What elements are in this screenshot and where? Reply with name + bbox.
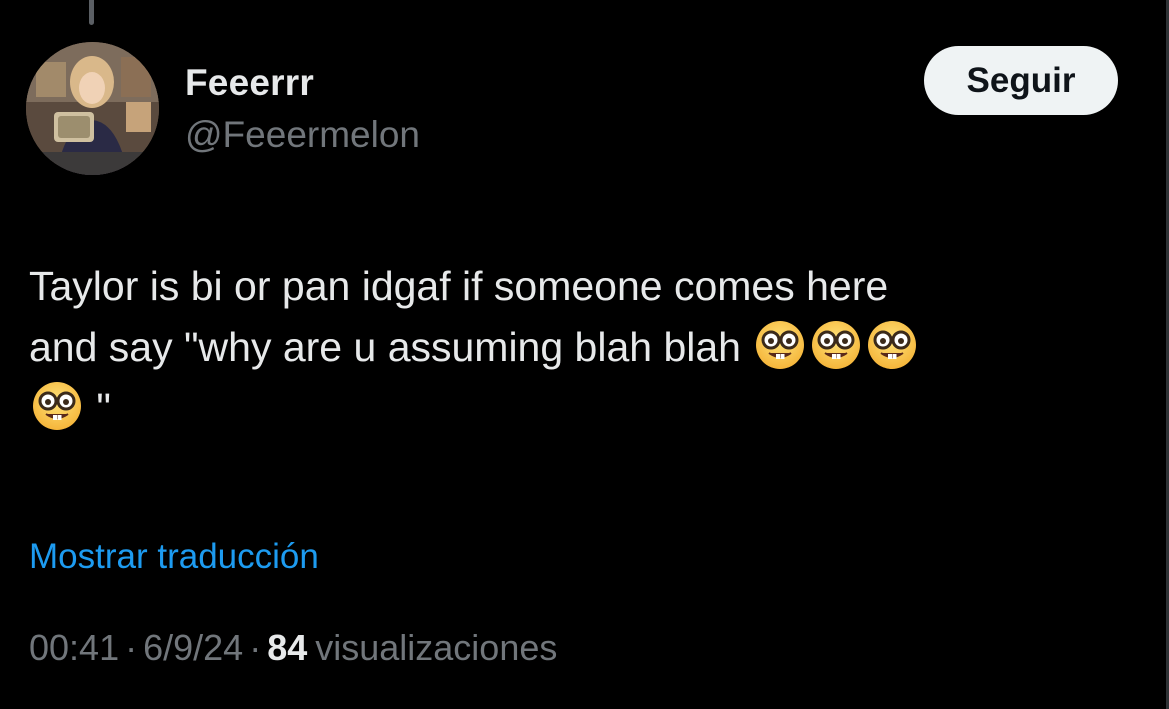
tweet-text-line-2: and say "why are u assuming blah blah <box>29 317 1129 378</box>
author-handle[interactable]: @Feeermelon <box>185 114 420 156</box>
thread-connector-line <box>89 0 94 25</box>
tweet-text-line-3: " <box>29 378 1129 439</box>
closing-quote: " <box>96 385 111 431</box>
tweet-time[interactable]: 00:41 <box>29 627 119 668</box>
tweet-text-line-1: Taylor is bi or pan idgaf if someone com… <box>29 263 889 309</box>
nerd-face-emoji-icon <box>31 380 83 432</box>
separator-dot: · <box>125 627 138 668</box>
tweet-date[interactable]: 6/9/24 <box>143 627 243 668</box>
show-translation-link[interactable]: Mostrar traducción <box>29 537 319 577</box>
nerd-face-emoji-icon <box>810 319 862 371</box>
tweet-screen: Feeerrr @Feeermelon Seguir Taylor is bi … <box>0 0 1169 709</box>
avatar[interactable] <box>26 42 159 175</box>
follow-button[interactable]: Seguir <box>924 46 1118 115</box>
tweet-text: Taylor is bi or pan idgaf if someone com… <box>29 256 1129 439</box>
separator-dot: · <box>249 627 262 668</box>
nerd-face-emoji-icon <box>754 319 806 371</box>
tweet-metadata: 00:41 · 6/9/24 · 84 visualizaciones <box>29 627 557 669</box>
nerd-face-emoji-icon <box>866 319 918 371</box>
views-count: 84 <box>267 627 308 668</box>
tweet-text-line-2-text: and say "why are u assuming blah blah <box>29 324 741 370</box>
author-display-name[interactable]: Feeerrr <box>185 62 314 104</box>
views-label: visualizaciones <box>315 627 558 668</box>
